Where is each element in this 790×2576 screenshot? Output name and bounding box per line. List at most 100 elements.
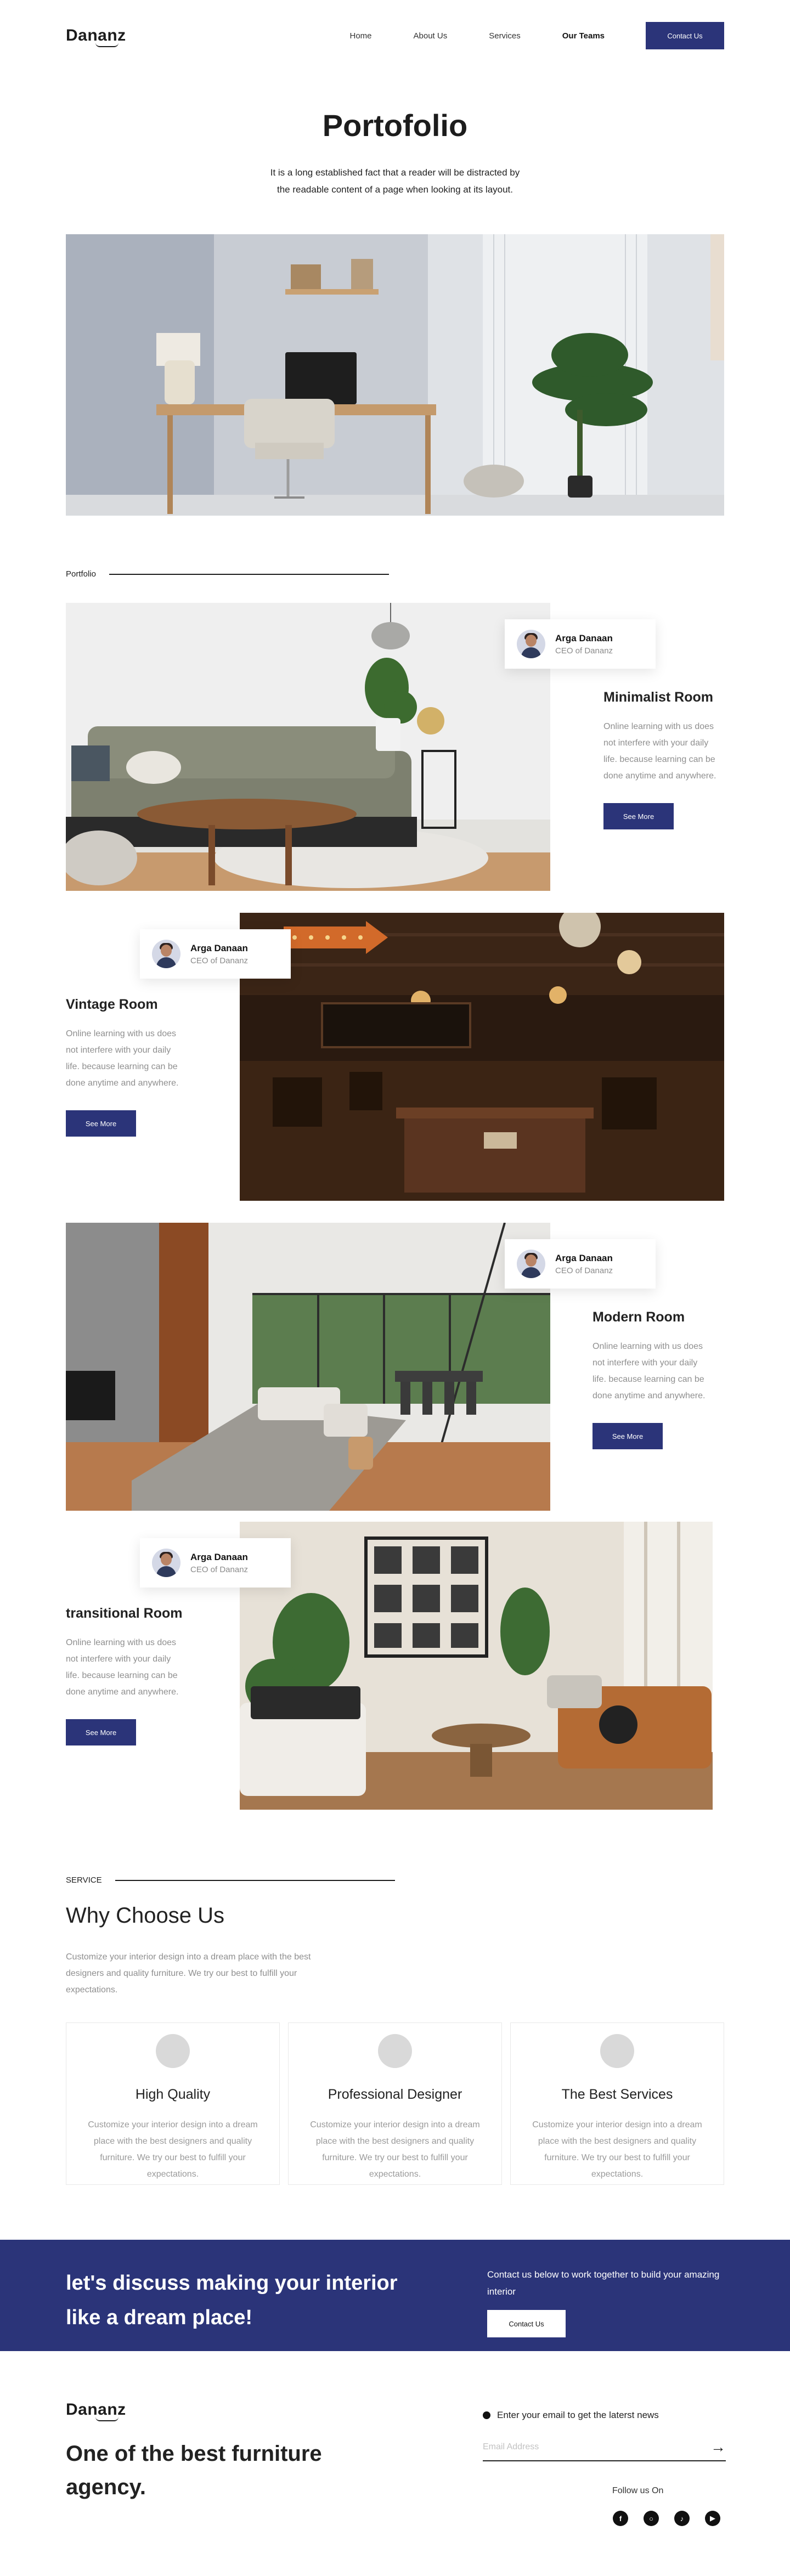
service-card-title: The Best Services [561,2087,673,2102]
project-title: Vintage Room [66,997,158,1012]
section-divider [115,1879,395,1881]
section-label-text: SERVICE [66,1875,102,1885]
logo-text: Dananz [66,26,126,44]
email-field[interactable] [483,2442,691,2452]
service-section: SERVICE Why Choose Us Customize your int… [66,1875,724,2185]
author-role: CEO of Dananz [190,1564,249,1574]
cta-text: Contact us below to work together to bui… [487,2269,720,2297]
project-info: Vintage Room Online learning with us doe… [66,997,187,1137]
avatar [152,1549,180,1577]
service-card-description: Customize your interior design into a dr… [310,2120,480,2179]
project-description: Online learning with us does not interfe… [592,1342,706,1400]
footer-logo[interactable]: Dananz [66,2400,126,2421]
section-divider [109,573,390,575]
project-description: Online learning with us does not interfe… [66,1029,179,1088]
nav-link-services[interactable]: Services [489,31,521,41]
project-description: Online learning with us does not interfe… [603,722,716,781]
nav-link-about-us[interactable]: About Us [414,31,448,41]
project-image-minimalist-room [66,603,550,891]
cta-banner: let's discuss making your interior like … [0,2240,790,2351]
portfolio-section: Portfolio Arga Danaan CEO of Dananz Mini… [66,569,724,1810]
author-name: Arga Danaan [190,1551,248,1562]
author-role: CEO of Dananz [190,956,249,965]
service-card: The Best Services Customize your interio… [510,2023,724,2185]
instagram-icon[interactable]: ○ [644,2511,659,2526]
cta-contact: Contact us below to work together to bui… [487,2266,729,2337]
nav-contact-button[interactable]: Contact Us [646,22,724,49]
project-description: Online learning with us does not interfe… [66,1638,179,1697]
project-image-modern-room [66,1223,550,1511]
project-title: Minimalist Room [603,690,714,705]
service-card-description: Customize your interior design into a dr… [532,2120,702,2179]
service-icon [600,2034,634,2068]
nav-link-home[interactable]: Home [350,31,372,41]
hero-section: Portofolio It is a long established fact… [66,108,724,516]
nav-links: Home About Us Services Our Teams Contact… [308,22,724,49]
project-title: Modern Room [592,1309,685,1325]
arrow-right-icon[interactable]: → [710,2438,726,2456]
service-cards: High Quality Customize your interior des… [66,2023,724,2185]
section-label-portfolio: Portfolio [66,569,724,579]
footer-tagline: One of the best furniture agency. [66,2442,322,2499]
see-more-button[interactable]: See More [603,803,674,829]
avatar [517,1250,545,1278]
logo[interactable]: Dananz [66,26,126,47]
project-info: Modern Room Online learning with us does… [592,1309,713,1449]
logo-smile-mark [95,43,119,47]
see-more-button[interactable]: See More [592,1423,663,1449]
author-role: CEO of Dananz [555,1266,613,1275]
author-badge: Arga Danaan CEO of Dananz [140,929,291,979]
bullet-icon [483,2411,490,2419]
section-description: Customize your interior design into a dr… [66,1952,311,1995]
author-name: Arga Danaan [190,942,248,953]
tiktok-icon[interactable]: ♪ [674,2511,690,2526]
project-info: Minimalist Room Online learning with us … [603,690,724,829]
project-image-transitional-room [240,1522,713,1810]
project-image-vintage-room [240,913,724,1201]
youtube-icon[interactable]: ▶ [705,2511,720,2526]
project-card: Arga Danaan CEO of Dananz Modern Room On… [66,1223,724,1511]
service-card-description: Customize your interior design into a dr… [88,2120,258,2179]
newsletter-form: → [483,2434,726,2461]
cta-contact-button[interactable]: Contact Us [487,2310,566,2337]
service-card: Professional Designer Customize your int… [288,2023,502,2185]
author-badge: Arga Danaan CEO of Dananz [505,1239,656,1289]
author-badge: Arga Danaan CEO of Dananz [505,619,656,669]
logo-text: Dananz [66,2400,126,2419]
cta-title: let's discuss making your interior like … [66,2272,398,2329]
see-more-button[interactable]: See More [66,1719,136,1745]
service-card-title: High Quality [135,2087,211,2102]
project-title: transitional Room [66,1606,183,1621]
project-info: transitional Room Online learning with u… [66,1606,187,1745]
newsletter-label-text: Enter your email to get the laterst news [497,2410,659,2420]
project-card: Arga Danaan CEO of Dananz Vintage Room O… [66,913,724,1201]
author-badge: Arga Danaan CEO of Dananz [140,1538,291,1588]
service-card-title: Professional Designer [328,2087,462,2102]
author-name: Arga Danaan [555,1252,613,1263]
section-label-text: Portfolio [66,569,97,579]
project-card: Arga Danaan CEO of Dananz Minimalist Roo… [66,603,724,891]
section-label-service: SERVICE [66,1875,724,1885]
footer: Dananz One of the best furniture agency.… [66,2351,726,2552]
newsletter-label: Enter your email to get the laterst news [483,2410,726,2421]
service-icon [156,2034,190,2068]
newsletter: Enter your email to get the laterst news… [483,2410,726,2461]
service-card: High Quality Customize your interior des… [66,2023,280,2185]
top-nav: Dananz Home About Us Services Our Teams … [66,0,724,71]
author-name: Arga Danaan [555,632,613,643]
social-links: f ○ ♪ ▶ [613,2511,720,2526]
project-card: Arga Danaan CEO of Dananz transitional R… [66,1522,724,1810]
nav-link-our-teams[interactable]: Our Teams [562,31,605,41]
follow-label: Follow us On [612,2486,664,2495]
logo-smile-mark [95,2417,119,2421]
page-title: Portofolio [322,108,468,143]
author-role: CEO of Dananz [555,646,613,656]
avatar [517,630,545,658]
section-title: Why Choose Us [66,1903,224,1928]
hero-description: It is a long established fact that a rea… [270,167,520,195]
service-icon [378,2034,412,2068]
facebook-icon[interactable]: f [613,2511,628,2526]
hero-image [66,234,724,516]
see-more-button[interactable]: See More [66,1110,136,1137]
avatar [152,940,180,968]
